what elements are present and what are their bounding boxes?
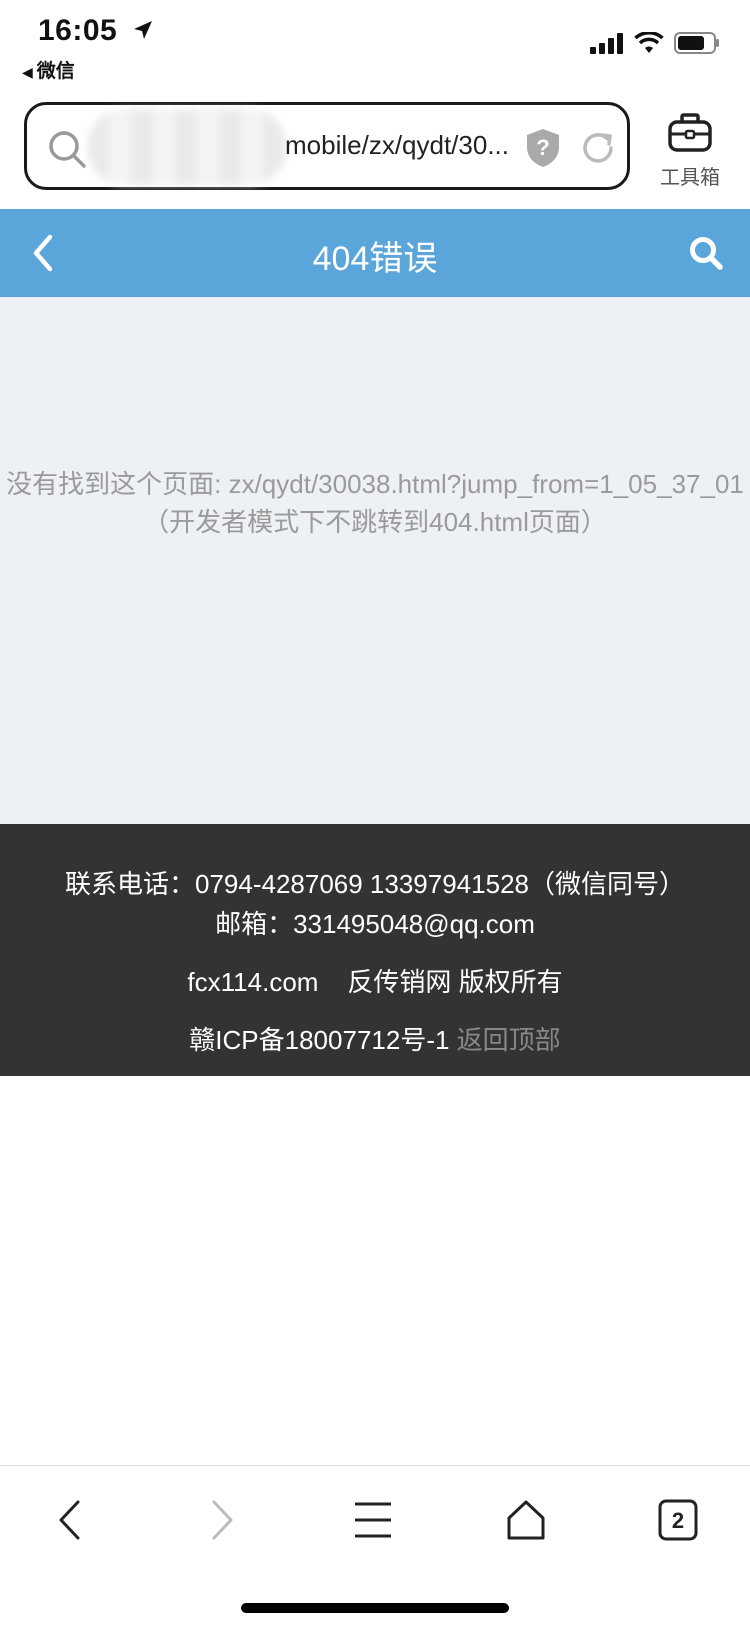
search-icon[interactable] bbox=[688, 235, 724, 276]
toolbox-icon bbox=[667, 113, 713, 158]
home-indicator bbox=[241, 1603, 509, 1613]
battery-icon bbox=[674, 32, 720, 59]
status-time: 16:05 bbox=[38, 14, 154, 49]
tabs-button[interactable]: 2 bbox=[658, 1498, 698, 1547]
footer-site[interactable]: fcx114.com bbox=[187, 967, 318, 997]
footer-contact: 联系电话：0794-4287069 13397941528（微信同号） bbox=[64, 869, 685, 899]
footer-icp[interactable]: 赣ICP备18007712号-1 bbox=[189, 1025, 449, 1055]
home-icon[interactable] bbox=[506, 1498, 546, 1547]
main-content: 没有找到这个页面: zx/qydt/30038.html?jump_from=1… bbox=[0, 297, 750, 824]
back-triangle-icon: ◀ bbox=[22, 64, 33, 80]
svg-text:?: ? bbox=[536, 135, 549, 160]
error-message: 没有找到这个页面: zx/qydt/30038.html?jump_from=1… bbox=[6, 469, 744, 537]
footer-icp-line: 赣ICP备18007712号-1 返回顶部 bbox=[0, 1020, 750, 1057]
status-icons bbox=[590, 31, 720, 59]
page-title: 404错误 bbox=[312, 240, 438, 278]
address-bar[interactable]: mobile/zx/qydt/30... ? bbox=[24, 102, 630, 190]
back-app-label: 微信 bbox=[36, 61, 75, 82]
search-icon bbox=[47, 129, 87, 174]
bottom-toolbar: 2 bbox=[0, 1465, 750, 1625]
toolbox-button[interactable]: 工具箱 bbox=[650, 112, 730, 190]
security-shield-icon[interactable]: ? bbox=[524, 127, 562, 174]
footer-email: 邮箱：331495048@qq.com bbox=[215, 909, 535, 939]
url-text[interactable]: mobile/zx/qydt/30... bbox=[285, 130, 509, 161]
reload-icon[interactable] bbox=[579, 129, 617, 172]
time-text: 16:05 bbox=[38, 14, 118, 47]
footer-copyright: 反传销网 版权所有 bbox=[347, 967, 563, 997]
back-to-top-link[interactable]: 返回顶部 bbox=[457, 1025, 561, 1055]
location-arrow-icon bbox=[132, 15, 154, 49]
blurred-domain bbox=[87, 109, 287, 185]
tabs-count: 2 bbox=[672, 1508, 684, 1533]
footer-copyright-line: fcx114.com 反传销网 版权所有 bbox=[0, 962, 750, 999]
cellular-signal-icon bbox=[590, 32, 624, 59]
forward-icon[interactable] bbox=[204, 1498, 240, 1547]
menu-icon[interactable] bbox=[353, 1498, 393, 1547]
wifi-icon bbox=[634, 31, 664, 59]
footer: 联系电话：0794-4287069 13397941528（微信同号） 邮箱：3… bbox=[0, 824, 750, 1076]
toolbox-label: 工具箱 bbox=[660, 167, 720, 189]
back-to-app-button[interactable]: ◀ 微信 bbox=[22, 56, 75, 83]
back-icon[interactable] bbox=[52, 1498, 88, 1547]
page-header: 404错误 bbox=[0, 209, 750, 297]
